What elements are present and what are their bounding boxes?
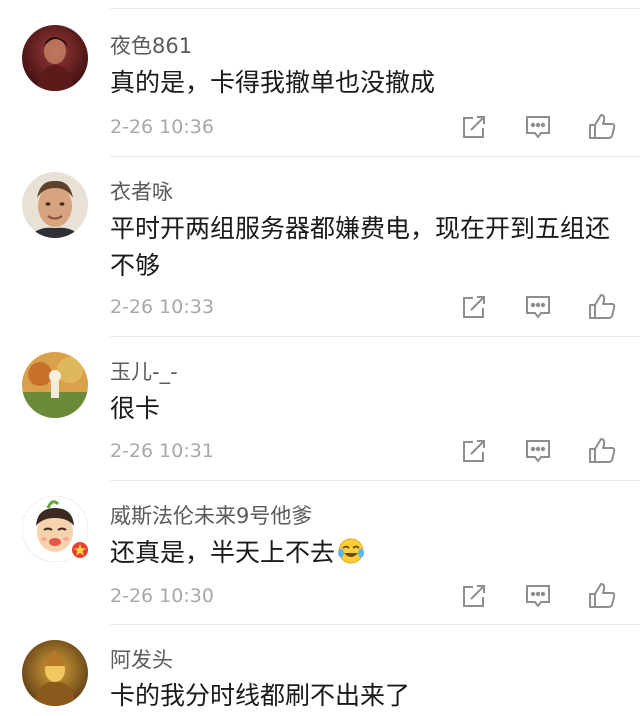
username[interactable]: 阿发头	[110, 644, 173, 674]
timestamp: 2-26 10:31	[110, 440, 214, 462]
timestamp: 2-26 10:36	[110, 116, 214, 138]
timestamp: 2-26 10:33	[110, 296, 214, 318]
avatar[interactable]	[22, 172, 88, 238]
share-icon[interactable]	[459, 292, 489, 322]
share-icon[interactable]	[459, 112, 489, 142]
like-icon[interactable]	[587, 112, 617, 142]
comment-icon[interactable]	[523, 112, 553, 142]
share-icon[interactable]	[459, 581, 489, 611]
like-icon[interactable]	[587, 581, 617, 611]
username[interactable]: 玉儿-_-	[110, 356, 178, 386]
comment-text-body: 还真是，半天上不去	[110, 538, 336, 567]
username[interactable]: 衣者咏	[110, 176, 173, 206]
divider	[110, 480, 640, 481]
like-icon[interactable]	[587, 436, 617, 466]
comment-icon[interactable]	[523, 292, 553, 322]
divider	[110, 8, 640, 9]
comment-feed: 夜色861 真的是，卡得我撤单也没撤成 2-26 10:36 衣者咏 平时开两组…	[0, 0, 640, 716]
comment-text: 平时开两组服务器都嫌费电，现在开到五组还不够	[110, 214, 611, 280]
timestamp: 2-26 10:30	[110, 585, 214, 607]
divider	[110, 624, 640, 625]
comment-icon[interactable]	[523, 581, 553, 611]
avatar[interactable]	[22, 640, 88, 706]
like-icon[interactable]	[587, 292, 617, 322]
share-icon[interactable]	[459, 436, 489, 466]
avatar[interactable]	[22, 25, 88, 91]
username[interactable]: 威斯法伦未来9号他爹	[110, 500, 312, 530]
divider	[110, 336, 640, 337]
divider	[110, 156, 640, 157]
cry-laugh-emoji	[337, 537, 365, 575]
avatar[interactable]	[22, 496, 90, 562]
comment-text: 很卡	[110, 394, 161, 423]
username[interactable]: 夜色861	[110, 30, 192, 60]
comment-text: 还真是，半天上不去	[110, 534, 620, 575]
comment-icon[interactable]	[523, 436, 553, 466]
avatar[interactable]	[22, 352, 88, 418]
comment-text: 卡的我分时线都刷不出来了	[110, 681, 411, 710]
comment-text: 真的是，卡得我撤单也没撤成	[110, 68, 436, 97]
